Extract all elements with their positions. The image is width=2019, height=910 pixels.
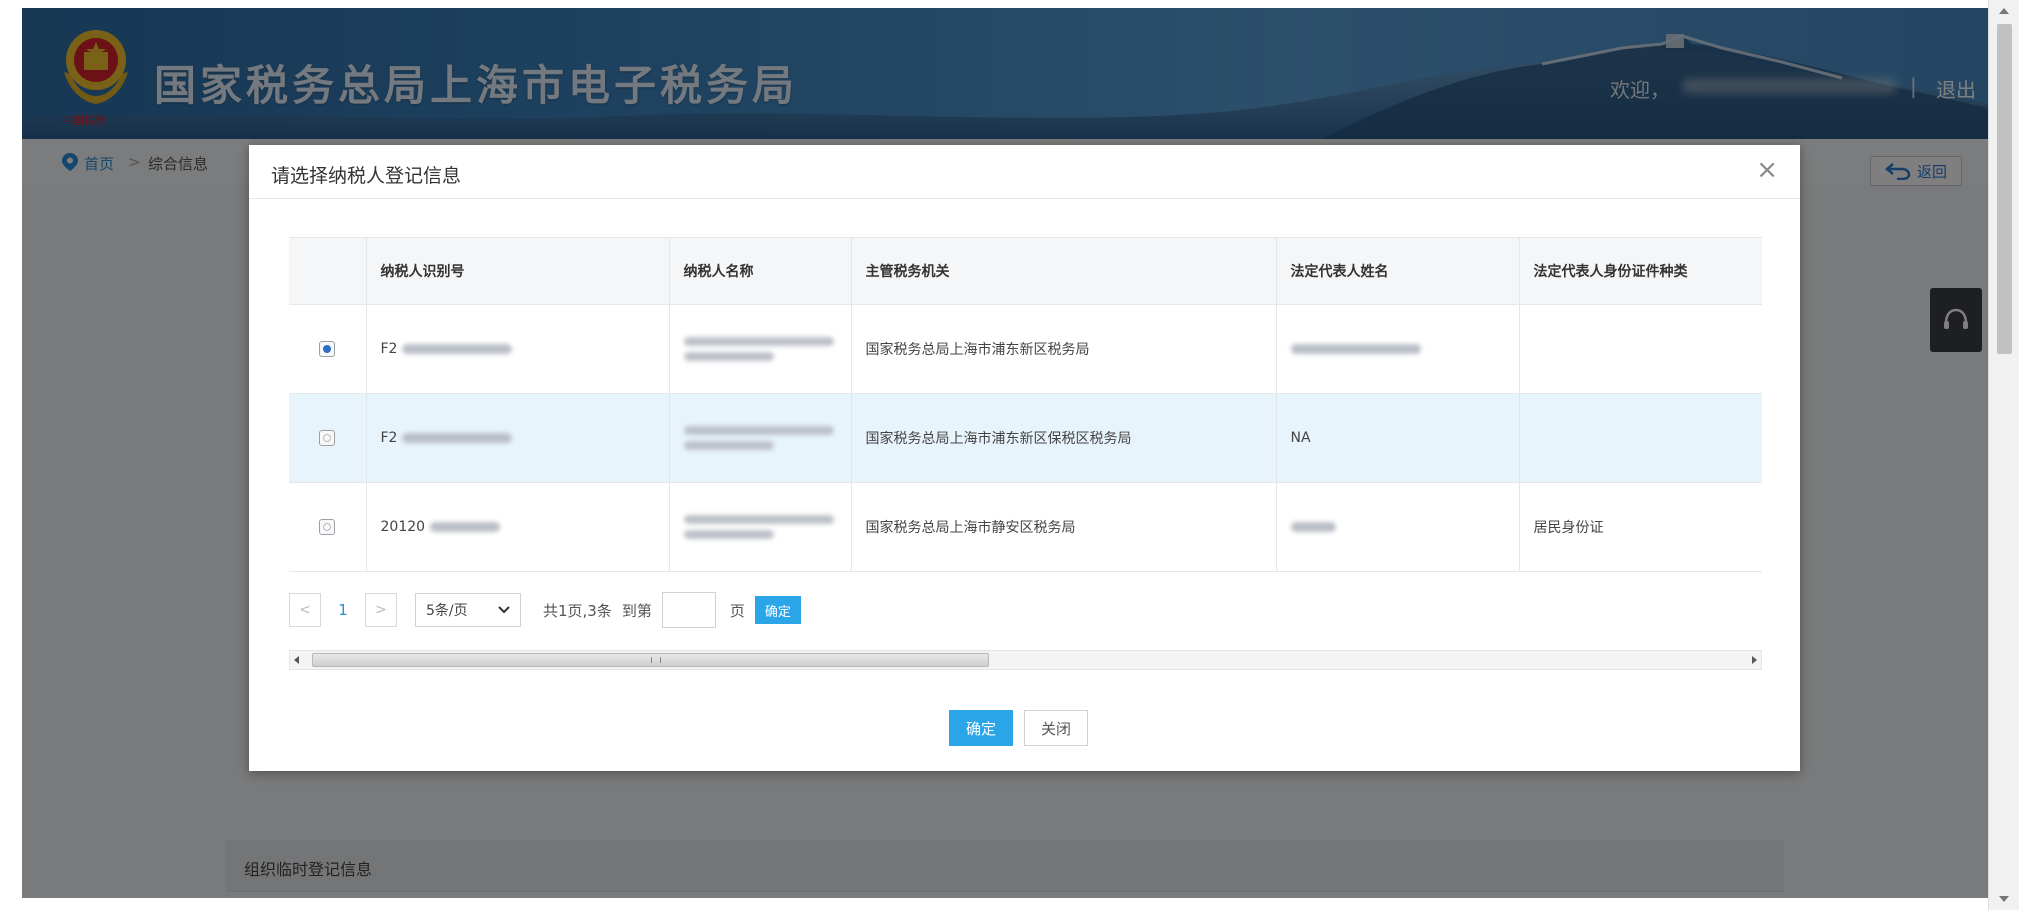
taxpayer-id: F2 [380, 429, 398, 446]
scroll-up-arrow-icon[interactable] [1999, 8, 2009, 14]
scrollbar-thumb[interactable] [312, 653, 989, 667]
redacted-text [429, 521, 500, 532]
column-header: 法定代表人身份证件种类 [1519, 238, 1762, 305]
redacted-text [683, 425, 834, 435]
legal-representative: NA [1276, 393, 1520, 483]
close-icon[interactable]: × [1756, 157, 1778, 183]
horizontal-scrollbar[interactable] [289, 650, 1762, 670]
scroll-left-arrow-icon[interactable] [294, 656, 299, 664]
table-header-row: 纳税人识别号 纳税人名称 主管税务机关 法定代表人姓名 法定代表人身份证件种类 [289, 238, 1762, 305]
dialog-title: 请选择纳税人登记信息 [271, 165, 462, 187]
id-type: 居民身份证 [1519, 482, 1762, 572]
goto-page-input[interactable] [661, 592, 716, 628]
taxpayer-table: 纳税人识别号 纳税人名称 主管税务机关 法定代表人姓名 法定代表人身份证件种类 … [289, 237, 1762, 572]
id-type [1519, 393, 1762, 483]
page-summary: 共1页,3条 [543, 601, 612, 620]
page-unit-label: 页 [729, 601, 745, 620]
row-radio-button[interactable] [319, 340, 336, 357]
table-row[interactable]: 20120 国家税务总局上海市静安区税务局 居民身份证 [289, 482, 1762, 572]
taxpayer-select-dialog: 请选择纳税人登记信息 × 纳税人识别号 纳税人名称 主管税务机关 法定代表人姓名… [249, 145, 1800, 771]
row-radio-button[interactable] [319, 518, 336, 535]
goto-page-button[interactable]: 确定 [754, 596, 801, 624]
page-number[interactable]: 1 [321, 601, 365, 619]
select-column-header [289, 238, 367, 305]
scroll-right-arrow-icon[interactable] [1752, 656, 1757, 664]
redacted-text [1290, 343, 1421, 354]
redacted-text [683, 440, 774, 450]
row-radio-button[interactable] [319, 429, 336, 446]
taxpayer-id: 20120 [380, 518, 426, 535]
redacted-text [401, 432, 512, 443]
redacted-text [683, 351, 774, 361]
redacted-text [683, 336, 834, 346]
pagination: < 1 > 5条/页 共1页,3条 到第 页 确定 [289, 592, 801, 628]
close-button[interactable]: 关闭 [1024, 710, 1088, 746]
redacted-text [1290, 521, 1336, 532]
column-header: 纳税人名称 [669, 238, 852, 305]
app-window: 中国税务 国家税务总局上海市电子税务局 欢迎， | 退出 首页 > 综合信息 返… [22, 8, 1988, 898]
dialog-header: 请选择纳税人登记信息 × [249, 145, 1800, 199]
goto-label: 到第 [621, 601, 652, 620]
page-vertical-scrollbar[interactable] [1988, 0, 2019, 910]
column-header: 主管税务机关 [851, 238, 1277, 305]
chevron-down-icon [498, 606, 510, 614]
taxpayer-id: F2 [380, 340, 398, 357]
confirm-button[interactable]: 确定 [949, 710, 1013, 746]
redacted-text [401, 343, 512, 354]
scrollbar-thumb[interactable] [1997, 24, 2012, 354]
id-type [1519, 304, 1762, 394]
tax-authority: 国家税务总局上海市浦东新区税务局 [851, 304, 1277, 394]
page-size-select[interactable]: 5条/页 [415, 593, 521, 627]
redacted-text [683, 529, 774, 539]
tax-authority: 国家税务总局上海市静安区税务局 [851, 482, 1277, 572]
table-row[interactable]: F2 国家税务总局上海市浦东新区保税区税务局 NA [289, 393, 1762, 483]
table-row[interactable]: F2 国家税务总局上海市浦东新区税务局 [289, 304, 1762, 394]
tax-authority: 国家税务总局上海市浦东新区保税区税务局 [851, 393, 1277, 483]
column-header: 纳税人识别号 [366, 238, 670, 305]
page-size-value: 5条/页 [426, 603, 468, 619]
next-page-button[interactable]: > [365, 593, 397, 627]
redacted-text [683, 514, 834, 524]
column-header: 法定代表人姓名 [1276, 238, 1520, 305]
scroll-down-arrow-icon[interactable] [1999, 896, 2009, 902]
prev-page-button[interactable]: < [289, 593, 321, 627]
